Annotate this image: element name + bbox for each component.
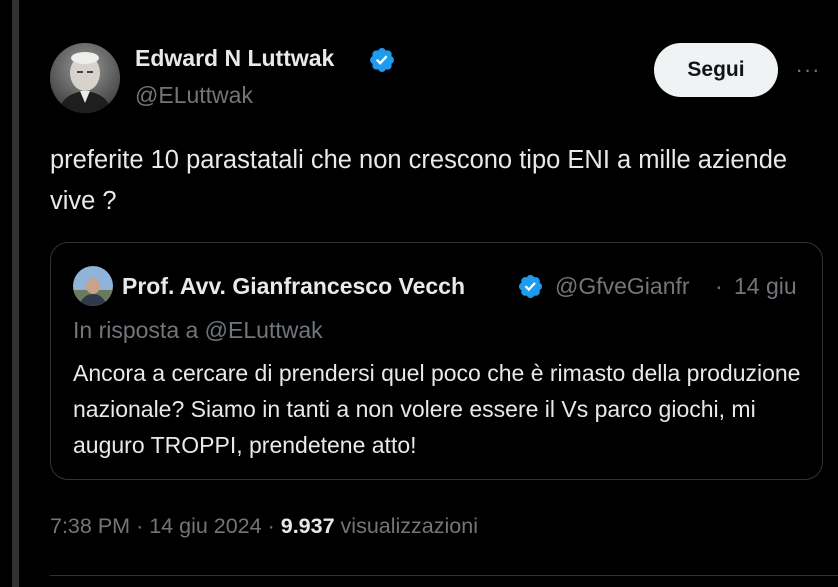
- views-label: visualizzazioni: [340, 514, 478, 538]
- author-name[interactable]: Edward N Luttwak: [135, 45, 334, 72]
- meta-separator: ·: [136, 514, 144, 538]
- quoted-author-name[interactable]: Prof. Avv. Gianfrancesco Vecch: [122, 273, 510, 300]
- quoted-tweet-card[interactable]: Prof. Avv. Gianfrancesco Vecch @GfveGian…: [50, 242, 823, 480]
- quoted-separator: ·: [715, 273, 723, 299]
- thread-rail: [12, 0, 19, 587]
- views-count: 9.937: [280, 514, 335, 538]
- quoted-text: Ancora a cercare di prendersi quel poco …: [73, 360, 801, 458]
- tweet-text: preferite 10 parastatali che non crescon…: [50, 146, 788, 215]
- tweet-screen: Edward N Luttwak @ELuttwak Segui ··· pre…: [0, 0, 838, 587]
- verified-check-icon: [368, 46, 396, 74]
- quoted-avatar-image: [73, 266, 113, 306]
- more-horizontal-icon[interactable]: ···: [793, 56, 823, 84]
- tweet-time[interactable]: 7:38 PM: [50, 514, 130, 538]
- author-avatar-image: [50, 43, 120, 113]
- author-avatar[interactable]: [50, 43, 120, 113]
- tweet-meta: 7:38 PM · 14 giu 2024 · 9.937 visualizza…: [50, 514, 478, 539]
- quoted-author-handle[interactable]: @GfveGianfr: [555, 273, 710, 300]
- quoted-author-avatar[interactable]: [73, 266, 113, 306]
- meta-separator: ·: [267, 514, 275, 538]
- follow-button[interactable]: Segui: [654, 43, 778, 97]
- tweet-date[interactable]: 14 giu 2024: [149, 514, 261, 538]
- author-handle[interactable]: @ELuttwak: [135, 82, 253, 109]
- verified-check-icon: [517, 273, 544, 300]
- quoted-date[interactable]: 14 giu: [734, 273, 797, 300]
- quoted-reply-to: In risposta a @ELuttwak: [73, 317, 323, 343]
- divider: [50, 575, 838, 576]
